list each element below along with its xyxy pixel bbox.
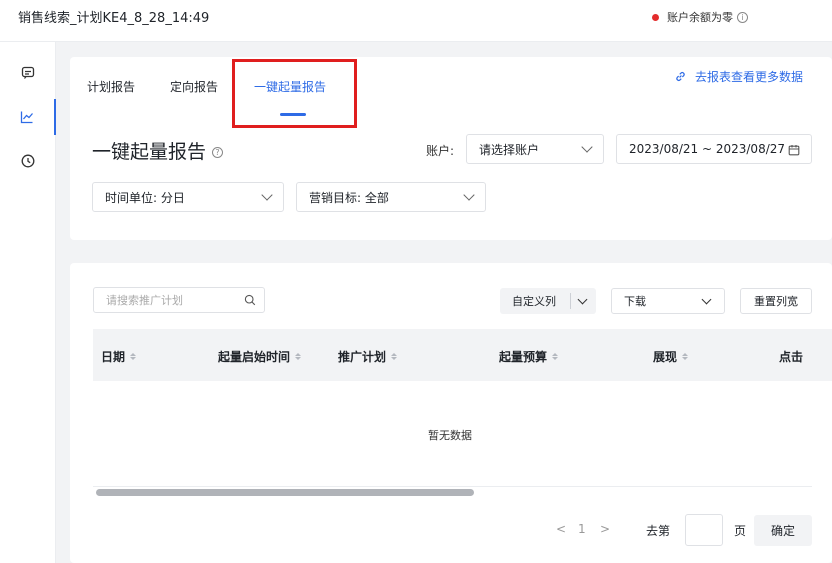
highlight-box	[232, 59, 357, 128]
report-link-label: 去报表查看更多数据	[695, 70, 804, 84]
chevron-down-icon	[463, 189, 475, 201]
divider	[570, 293, 571, 309]
page-unit-label: 页	[734, 524, 747, 538]
reset-column-width-button[interactable]: 重置列宽	[740, 288, 812, 314]
link-icon	[676, 72, 685, 81]
column-header-clicks[interactable]: 点击	[779, 348, 803, 365]
sort-icon[interactable]	[552, 353, 559, 360]
page-title-text: 一键起量报告	[92, 141, 207, 163]
chevron-down-icon	[261, 189, 273, 201]
column-header-impressions[interactable]: 展现	[653, 348, 689, 365]
message-square-icon	[21, 66, 35, 79]
search-icon	[244, 294, 256, 306]
column-header-boost-budget[interactable]: 起量预算	[499, 348, 559, 365]
report-header-card: 计划报告 定向报告 一键起量报告 去报表查看更多数据 一键起量报告 ? 账户: …	[70, 57, 832, 240]
status-dot-icon	[652, 13, 659, 21]
report-link[interactable]: 去报表查看更多数据	[674, 68, 803, 85]
sort-icon[interactable]	[130, 353, 137, 360]
page-number[interactable]: 1	[578, 522, 586, 536]
balance-notice: 账户余额为零 i	[652, 9, 748, 25]
line-chart-icon	[20, 111, 33, 124]
empty-state-text: 暂无数据	[428, 429, 472, 442]
chevron-down-icon	[701, 294, 712, 305]
marketing-goal-select[interactable]: 营销目标: 全部	[296, 182, 486, 212]
confirm-button[interactable]: 确定	[754, 515, 812, 546]
chevron-down-icon	[581, 141, 593, 153]
table-header: 日期 起量启始时间 推广计划 起量预算 展现 点击	[93, 329, 832, 381]
custom-columns-button[interactable]: 自定义列	[500, 288, 596, 314]
top-bar: 销售线索_计划KE4_8_28_14:49 账户余额为零 i	[0, 0, 832, 42]
date-range-value: 2023/08/21 ~ 2023/08/27	[629, 142, 786, 156]
custom-columns-label: 自定义列	[512, 295, 556, 308]
balance-notice-text: 账户余额为零	[667, 11, 733, 24]
next-page-button[interactable]: >	[600, 522, 610, 536]
rail-item-history[interactable]	[0, 143, 56, 179]
search-input[interactable]: 请搜索推广计划	[93, 287, 265, 313]
report-table-card: 请搜索推广计划 自定义列 下载 重置列宽 日期 起量启始时间 推广计划 起量预算	[70, 263, 832, 563]
time-unit-value: 时间单位: 分日	[105, 190, 185, 205]
account-select-value: 请选择账户	[479, 142, 540, 157]
rail-item-message[interactable]	[0, 55, 56, 91]
account-select[interactable]: 请选择账户	[466, 134, 604, 164]
date-range-picker[interactable]: 2023/08/21 ~ 2023/08/27	[616, 134, 812, 164]
calendar-icon	[788, 145, 800, 156]
chevron-down-icon[interactable]	[577, 294, 588, 305]
rail-item-reports[interactable]	[0, 99, 56, 135]
prev-page-button[interactable]: <	[556, 522, 566, 536]
page-jump-input[interactable]	[685, 514, 723, 546]
horizontal-scrollbar[interactable]	[93, 487, 812, 497]
help-icon[interactable]: ?	[212, 147, 224, 158]
campaign-title: 销售线索_计划KE4_8_28_14:49	[18, 11, 210, 26]
column-header-campaign[interactable]: 推广计划	[338, 348, 398, 365]
clock-icon	[21, 154, 35, 168]
account-label: 账户:	[426, 144, 455, 158]
sort-icon[interactable]	[391, 353, 398, 360]
left-rail	[0, 42, 56, 563]
sort-icon[interactable]	[295, 353, 302, 360]
sort-icon[interactable]	[682, 353, 689, 360]
goto-label: 去第	[646, 524, 671, 538]
download-label: 下载	[624, 295, 646, 308]
tab-targeting-report[interactable]: 定向报告	[170, 78, 218, 95]
scrollbar-thumb[interactable]	[96, 489, 474, 496]
tab-plan-report[interactable]: 计划报告	[87, 78, 135, 95]
column-header-date[interactable]: 日期	[101, 348, 137, 365]
marketing-goal-value: 营销目标: 全部	[309, 190, 389, 205]
info-icon[interactable]: i	[737, 11, 748, 23]
download-select[interactable]: 下载	[611, 288, 725, 314]
column-header-boost-start-time[interactable]: 起量启始时间	[218, 348, 302, 365]
time-unit-select[interactable]: 时间单位: 分日	[92, 182, 284, 212]
search-placeholder: 请搜索推广计划	[106, 294, 183, 307]
page-title: 一键起量报告 ?	[92, 137, 224, 164]
